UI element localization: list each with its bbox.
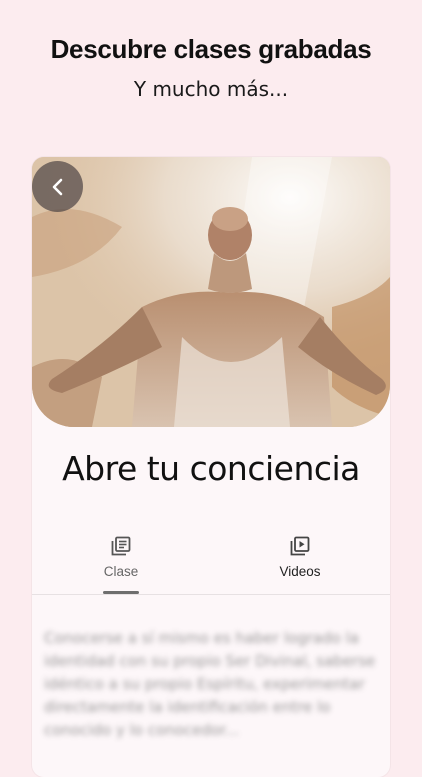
tab-clase[interactable]: Clase <box>61 532 181 594</box>
tab-bar: Clase Videos <box>32 532 390 595</box>
tab-videos[interactable]: Videos <box>240 532 360 594</box>
library-books-icon <box>111 536 131 556</box>
painting-illustration <box>32 157 390 427</box>
class-description: Conocerse a sí mismo es haber logrado la… <box>44 629 376 739</box>
video-library-icon <box>290 536 310 556</box>
selected-tab-indicator <box>103 591 139 594</box>
back-button[interactable] <box>32 161 83 212</box>
phone-screen: Abre tu conciencia Clase Videos Conocers… <box>32 157 390 777</box>
hero-image <box>32 157 390 427</box>
tab-videos-label: Videos <box>279 564 321 579</box>
tab-clase-label: Clase <box>103 564 139 579</box>
promo-subtitle: Y mucho más... <box>133 77 289 101</box>
promo-title: Descubre clases grabadas <box>50 34 372 64</box>
chevron-left-icon <box>52 178 62 195</box>
class-title: Abre tu conciencia <box>62 449 360 488</box>
